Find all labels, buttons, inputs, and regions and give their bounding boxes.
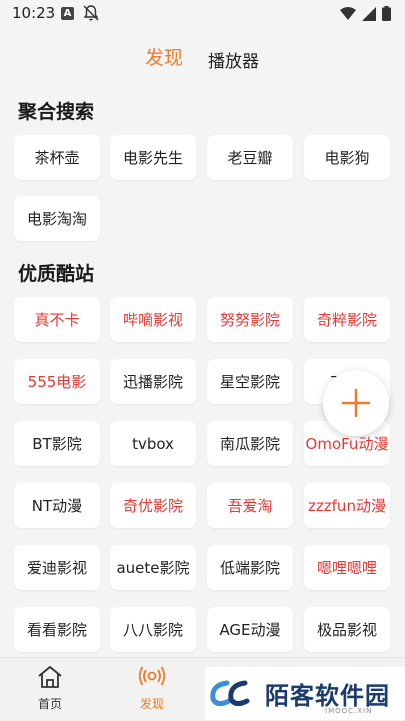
quality-chip[interactable]: AGE动漫 — [207, 607, 293, 652]
nav-discover[interactable]: 发现 — [122, 664, 182, 712]
tab-player[interactable]: 播放器 — [208, 47, 259, 72]
bell-off-icon — [82, 4, 100, 26]
home-icon — [38, 666, 62, 688]
quality-chip[interactable]: 极品影视 — [304, 607, 390, 652]
quality-chip[interactable]: tvbox — [110, 421, 196, 466]
quality-chip[interactable]: BT影院 — [14, 421, 100, 466]
quality-chip[interactable]: 555电影 — [14, 359, 100, 404]
aggregate-chip[interactable]: 电影先生 — [110, 135, 196, 180]
quality-chip[interactable]: 八八影院 — [110, 607, 196, 652]
wifi-icon — [340, 6, 356, 25]
quality-chip[interactable]: 吾爱淘 — [207, 483, 293, 528]
quality-chip[interactable]: 看看影院 — [14, 607, 100, 652]
watermark: 陌客软件园 IMOOC.XIN — [205, 667, 405, 720]
aggregate-chip[interactable]: 茶杯壶 — [14, 135, 100, 180]
quality-chip[interactable]: 迅播影院 — [110, 359, 196, 404]
a-notification-icon: A — [61, 7, 74, 20]
quality-chip[interactable]: 低端影院 — [207, 545, 293, 590]
quality-chip[interactable]: auete影院 — [110, 545, 196, 590]
status-bar: 10:23 A — [0, 0, 405, 28]
battery-icon — [382, 6, 391, 25]
quality-chip[interactable]: 嗯哩嗯哩 — [304, 545, 390, 590]
top-tabs: 发现 播放器 — [0, 44, 405, 74]
quality-chip[interactable]: 奇粹影院 — [304, 297, 390, 342]
broadcast-icon — [138, 666, 166, 686]
nav-home-label: 首页 — [37, 697, 62, 711]
plus-icon — [341, 388, 371, 418]
aggregate-chip[interactable]: 老豆瓣 — [207, 135, 293, 180]
nav-home[interactable]: 首页 — [20, 664, 80, 712]
quality-sites-title: 优质酷站 — [18, 263, 95, 285]
status-time: 10:23 — [12, 4, 56, 22]
watermark-logo-icon — [210, 680, 250, 706]
watermark-sub: IMOOC.XIN — [325, 707, 373, 715]
signal-icon — [362, 6, 376, 25]
aggregate-search-title: 聚合搜索 — [18, 101, 95, 123]
aggregate-chip[interactable]: 电影狗 — [304, 135, 390, 180]
aggregate-chip[interactable]: 电影淘淘 — [14, 196, 100, 241]
quality-chip[interactable]: 星空影院 — [207, 359, 293, 404]
quality-chip[interactable]: 努努影院 — [207, 297, 293, 342]
quality-chip[interactable]: zzzfun动漫 — [304, 483, 390, 528]
tab-discover[interactable]: 发现 — [145, 43, 183, 70]
quality-chip[interactable]: 真不卡 — [14, 297, 100, 342]
quality-chip[interactable]: 南瓜影院 — [207, 421, 293, 466]
watermark-text: 陌客软件园 — [265, 682, 390, 710]
quality-chip[interactable]: 哔嘀影视 — [110, 297, 196, 342]
nav-discover-label: 发现 — [139, 697, 164, 711]
quality-chip[interactable]: 爱迪影视 — [14, 545, 100, 590]
add-fab-button[interactable] — [323, 370, 389, 436]
quality-chip[interactable]: 奇优影院 — [110, 483, 196, 528]
quality-chip[interactable]: NT动漫 — [14, 483, 100, 528]
